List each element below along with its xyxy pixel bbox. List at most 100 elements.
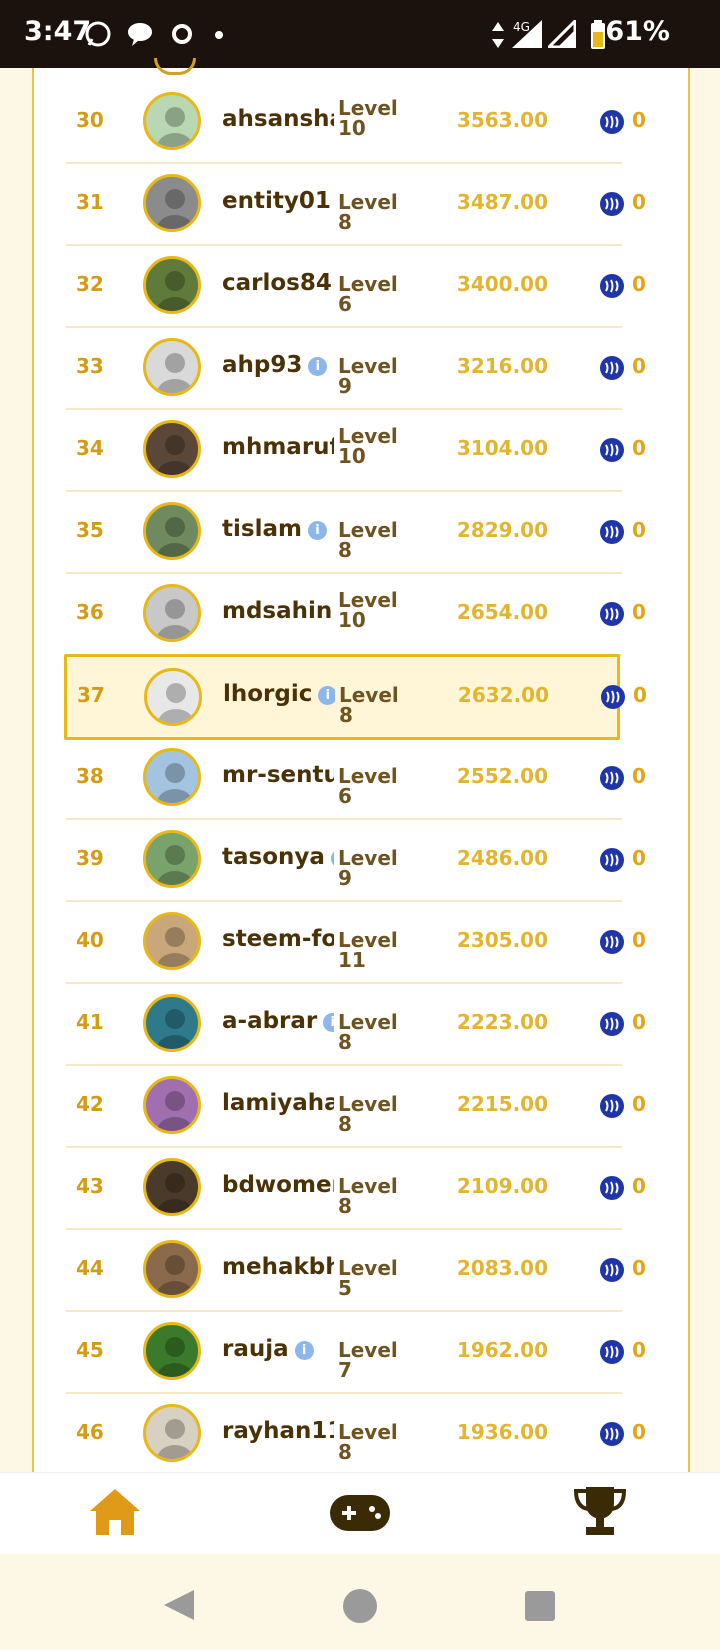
trophy-icon[interactable]: [572, 1485, 628, 1537]
avatar[interactable]: [143, 256, 201, 314]
avatar[interactable]: [143, 420, 201, 478]
username[interactable]: mdsahin1: [222, 598, 334, 630]
recents-icon[interactable]: [524, 1590, 556, 1622]
avatar[interactable]: [143, 584, 201, 642]
level-label: Level 5: [338, 1256, 398, 1300]
username[interactable]: mr-sentu: [222, 762, 334, 794]
table-row[interactable]: 38 mr-sentu Level 6 2552.00 0: [66, 738, 646, 820]
level-label: Level 11: [338, 928, 398, 972]
username-text: lhorgic: [223, 681, 313, 707]
steem-icon: [600, 192, 624, 216]
avatar[interactable]: [144, 668, 202, 726]
rank-number: 31: [76, 190, 104, 214]
avatar[interactable]: [143, 92, 201, 150]
rank-number: 41: [76, 1010, 104, 1034]
table-row[interactable]: 40 steem-fo Level 11 2305.00 0: [66, 902, 646, 984]
avatar[interactable]: [143, 994, 201, 1052]
username[interactable]: tislam i: [222, 516, 334, 548]
table-row[interactable]: 31 entity01i Level 8 3487.00 0: [66, 164, 646, 246]
username-text: mhmaruf: [222, 434, 334, 460]
back-icon[interactable]: [162, 1588, 196, 1622]
username[interactable]: lamiyaha: [222, 1090, 334, 1122]
status-time: 3:47: [24, 16, 92, 47]
username[interactable]: ahsansha: [222, 106, 334, 138]
username-text: rayhan11: [222, 1418, 334, 1444]
rank-number: 39: [76, 846, 104, 870]
score: 1936.00: [456, 1420, 548, 1444]
avatar[interactable]: [143, 1240, 201, 1298]
avatar[interactable]: [143, 502, 201, 560]
username[interactable]: ahp93 i: [222, 352, 334, 384]
username[interactable]: carlos84: [222, 270, 334, 302]
partial-avatar: [154, 58, 196, 75]
username-text: mdsahin1: [222, 598, 334, 624]
home-circle-icon[interactable]: [342, 1588, 378, 1624]
table-row[interactable]: 30 ahsansha Level 10 3563.00 0: [66, 82, 646, 164]
avatar[interactable]: [143, 1158, 201, 1216]
steem-icon: [600, 848, 624, 872]
avatar[interactable]: [143, 912, 201, 970]
rank-number: 30: [76, 108, 104, 132]
table-row[interactable]: 44 mehakbh Level 5 2083.00 0: [66, 1230, 646, 1312]
table-row[interactable]: 41 a-abrar i Level 8 2223.00 0: [66, 984, 646, 1066]
level-label: Level 9: [338, 846, 398, 890]
table-row[interactable]: 46 rayhan11 Level 8 1936.00 0: [66, 1394, 646, 1476]
steem-icon: [600, 1176, 624, 1200]
rank-number: 33: [76, 354, 104, 378]
table-row[interactable]: 36 mdsahin1 Level10 2654.00 0: [66, 574, 646, 656]
username[interactable]: a-abrar i: [222, 1008, 334, 1040]
reward-value: 0: [632, 1174, 646, 1198]
username-text: ahp93: [222, 352, 303, 378]
username[interactable]: rauja i: [222, 1336, 334, 1368]
score: 2305.00: [456, 928, 548, 952]
level-label: Level 8: [338, 1420, 398, 1464]
table-row[interactable]: 45 rauja i Level 7 1962.00 0: [66, 1312, 646, 1394]
info-icon[interactable]: i: [294, 1341, 314, 1360]
table-row[interactable]: 39 tasonya i Level 9 2486.00 0: [66, 820, 646, 902]
info-icon[interactable]: i: [318, 686, 335, 705]
rank-number: 38: [76, 764, 104, 788]
table-row[interactable]: 42 lamiyaha Level 8 2215.00 0: [66, 1066, 646, 1148]
gamepad-icon[interactable]: [330, 1495, 390, 1531]
avatar[interactable]: [143, 1322, 201, 1380]
level-label: Level 8: [338, 1010, 398, 1054]
username[interactable]: mhmaruf: [222, 434, 334, 466]
bottom-nav: [0, 1472, 720, 1555]
rank-number: 34: [76, 436, 104, 460]
avatar[interactable]: [143, 174, 201, 232]
score: 1962.00: [456, 1338, 548, 1362]
score: 2223.00: [456, 1010, 548, 1034]
table-row[interactable]: 34 mhmaruf Level 10 3104.00 0: [66, 410, 646, 492]
avatar[interactable]: [143, 338, 201, 396]
level-label: Level 10: [338, 424, 398, 468]
info-icon[interactable]: i: [307, 521, 327, 540]
table-row[interactable]: 33 ahp93 i Level 9 3216.00 0: [66, 328, 646, 410]
username[interactable]: rayhan11: [222, 1418, 334, 1450]
info-icon[interactable]: i: [323, 1013, 334, 1032]
username[interactable]: tasonya i: [222, 844, 334, 876]
avatar[interactable]: [143, 1076, 201, 1134]
dot-icon: [215, 31, 223, 39]
username[interactable]: mehakbh: [222, 1254, 334, 1286]
table-row[interactable]: 43 bdwomen Level 8 2109.00 0: [66, 1148, 646, 1230]
reward-value: 0: [632, 272, 646, 296]
username[interactable]: lhorgic i: [223, 681, 335, 713]
score: 2109.00: [456, 1174, 548, 1198]
steem-icon: [600, 930, 624, 954]
avatar[interactable]: [143, 830, 201, 888]
username-text: mehakbh: [222, 1254, 334, 1280]
table-row[interactable]: 32 carlos84 Level 6 3400.00 0: [66, 246, 646, 328]
info-icon[interactable]: i: [308, 357, 328, 376]
username[interactable]: steem-fo: [222, 926, 334, 958]
username-text: entity01: [222, 188, 331, 214]
avatar[interactable]: [143, 748, 201, 806]
username[interactable]: bdwomen: [222, 1172, 334, 1204]
info-icon[interactable]: i: [330, 849, 334, 868]
table-row[interactable]: 35 tislam i Level 8 2829.00 0: [66, 492, 646, 574]
table-row-current-user[interactable]: 37 lhorgic i Level 8 2632.00 0: [64, 654, 647, 740]
battery-percent: 61%: [605, 16, 670, 47]
avatar[interactable]: [143, 1404, 201, 1462]
home-icon[interactable]: [88, 1487, 142, 1537]
username[interactable]: entity01i: [222, 188, 334, 220]
steem-icon: [601, 685, 625, 709]
